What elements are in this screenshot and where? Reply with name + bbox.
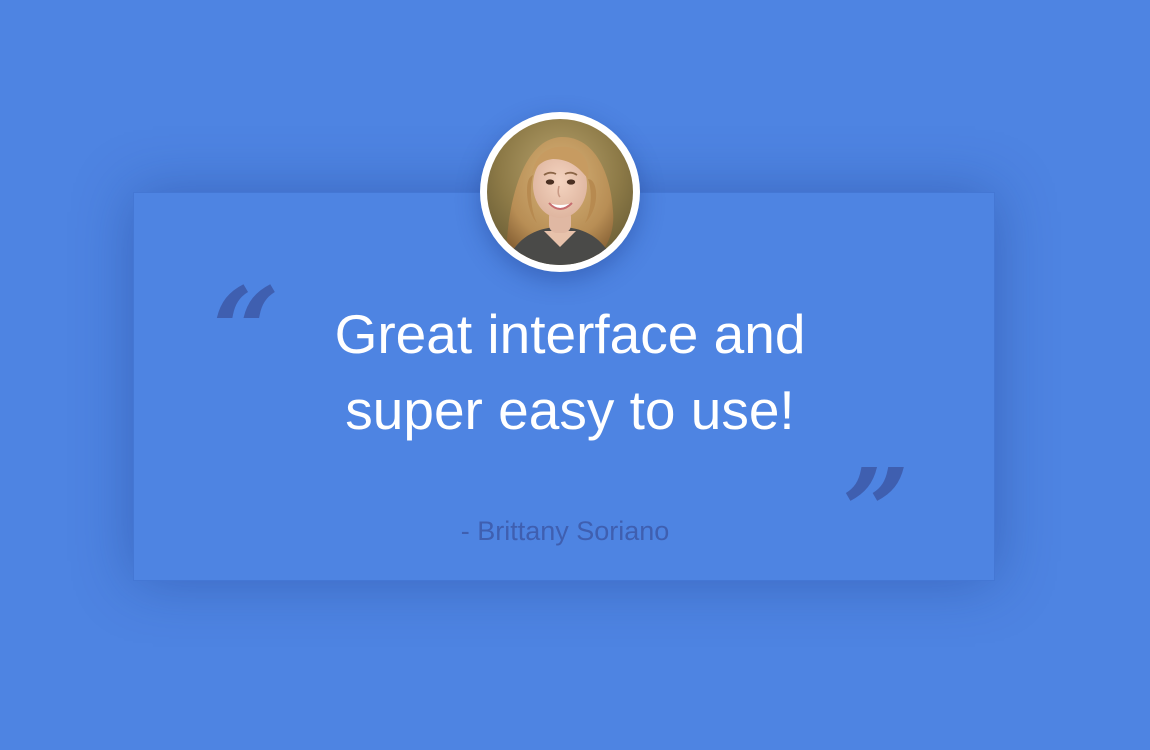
- author-name: - Brittany Soriano: [460, 516, 670, 546]
- avatar: [480, 112, 640, 272]
- testimonial-quote: Great interface and super easy to use!: [240, 296, 900, 448]
- right-double-quote-icon: ”: [842, 442, 910, 581]
- quote-line-1: Great interface and: [334, 303, 806, 365]
- avatar-photo: [487, 119, 633, 265]
- quote-line-2: super easy to use!: [345, 379, 795, 441]
